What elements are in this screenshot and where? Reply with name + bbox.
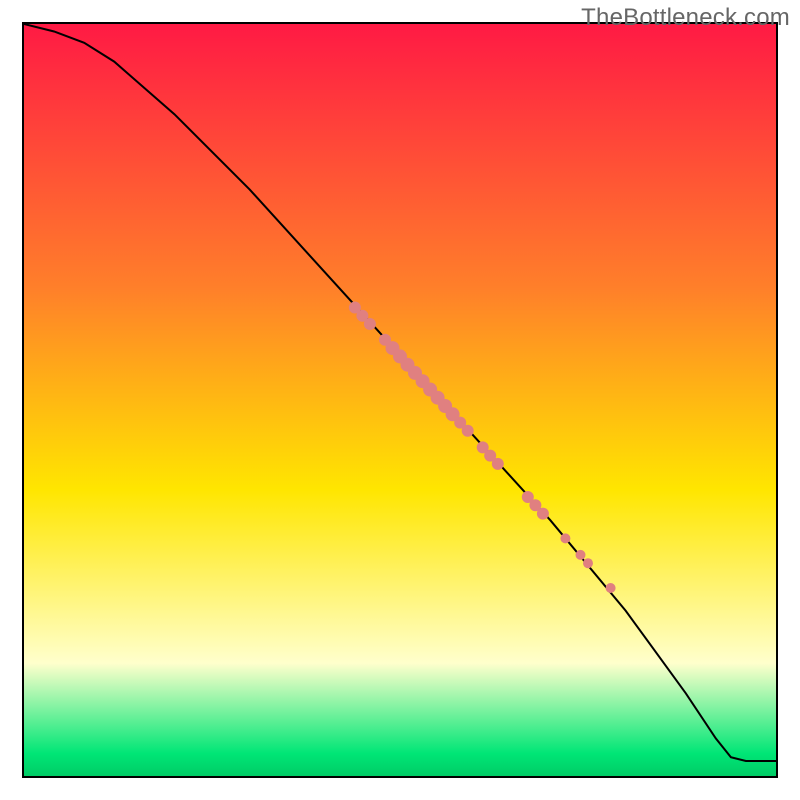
marker-point xyxy=(576,550,586,560)
marker-point xyxy=(560,533,570,543)
watermark-text: TheBottleneck.com xyxy=(581,4,790,32)
marker-point xyxy=(462,425,474,437)
marker-point xyxy=(537,508,549,520)
marker-point xyxy=(583,558,593,568)
chart-svg xyxy=(24,24,776,776)
marker-point xyxy=(492,458,504,470)
marker-point xyxy=(606,583,616,593)
plot-area xyxy=(22,22,778,778)
chart-canvas: TheBottleneck.com xyxy=(0,0,800,800)
marker-point xyxy=(364,318,376,330)
